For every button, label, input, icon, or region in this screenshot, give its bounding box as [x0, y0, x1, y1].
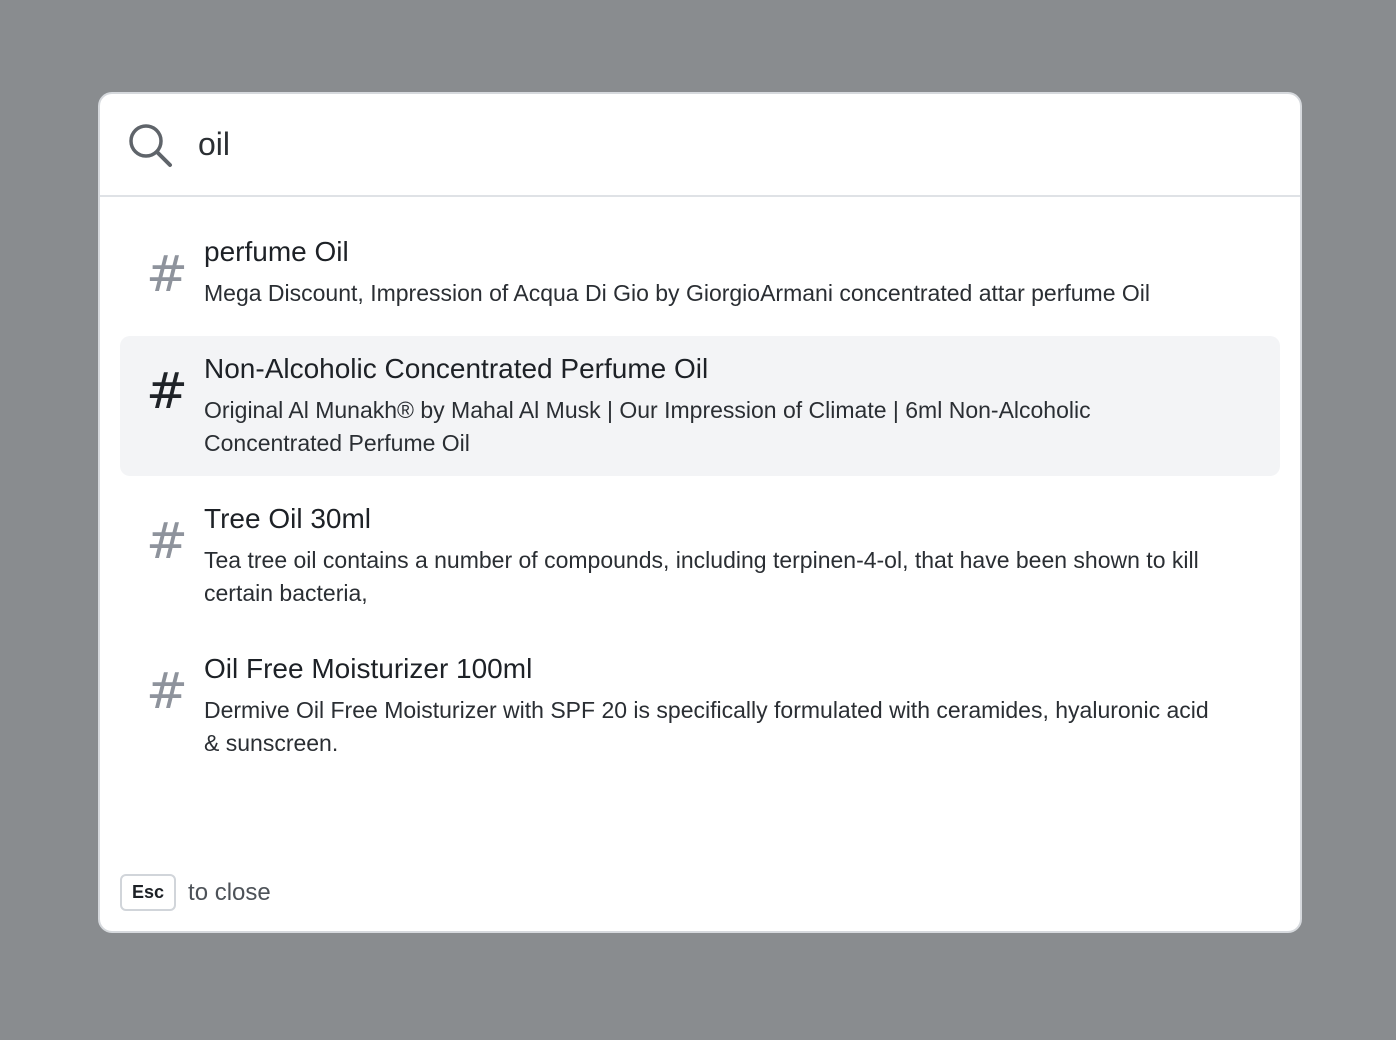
result-description: Tea tree oil contains a number of compou…	[204, 547, 1199, 606]
search-bar	[100, 94, 1300, 197]
result-description: Original Al Munakh® by Mahal Al Musk | O…	[204, 397, 1091, 456]
search-input[interactable]	[198, 119, 1098, 170]
dialog-footer: Esc to close	[120, 874, 271, 911]
result-item[interactable]: # Oil Free Moisturizer 100ml Dermive Oil…	[120, 636, 1280, 776]
result-title: perfume Oil	[204, 236, 349, 267]
esc-key-hint: Esc	[120, 874, 177, 911]
hash-icon: #	[146, 512, 188, 570]
result-item[interactable]: # perfume Oil Mega Discount, Impression …	[120, 219, 1280, 326]
hash-icon: #	[146, 245, 188, 303]
hash-icon: #	[146, 662, 188, 720]
result-title: Oil Free Moisturizer 100ml	[204, 653, 533, 684]
search-dialog: # perfume Oil Mega Discount, Impression …	[98, 92, 1302, 933]
result-item[interactable]: # Tree Oil 30ml Tea tree oil contains a …	[120, 486, 1280, 626]
result-title: Tree Oil 30ml	[204, 503, 372, 534]
results-list: # perfume Oil Mega Discount, Impression …	[100, 197, 1300, 776]
result-description: Dermive Oil Free Moisturizer with SPF 20…	[204, 697, 1209, 756]
hash-icon: #	[146, 362, 188, 420]
result-item-selected[interactable]: # Non-Alcoholic Concentrated Perfume Oil…	[120, 336, 1280, 476]
result-description: Mega Discount, Impression of Acqua Di Gi…	[204, 280, 1150, 306]
search-icon	[126, 121, 174, 169]
close-hint-text: to close	[188, 878, 271, 906]
result-title: Non-Alcoholic Concentrated Perfume Oil	[204, 353, 709, 384]
